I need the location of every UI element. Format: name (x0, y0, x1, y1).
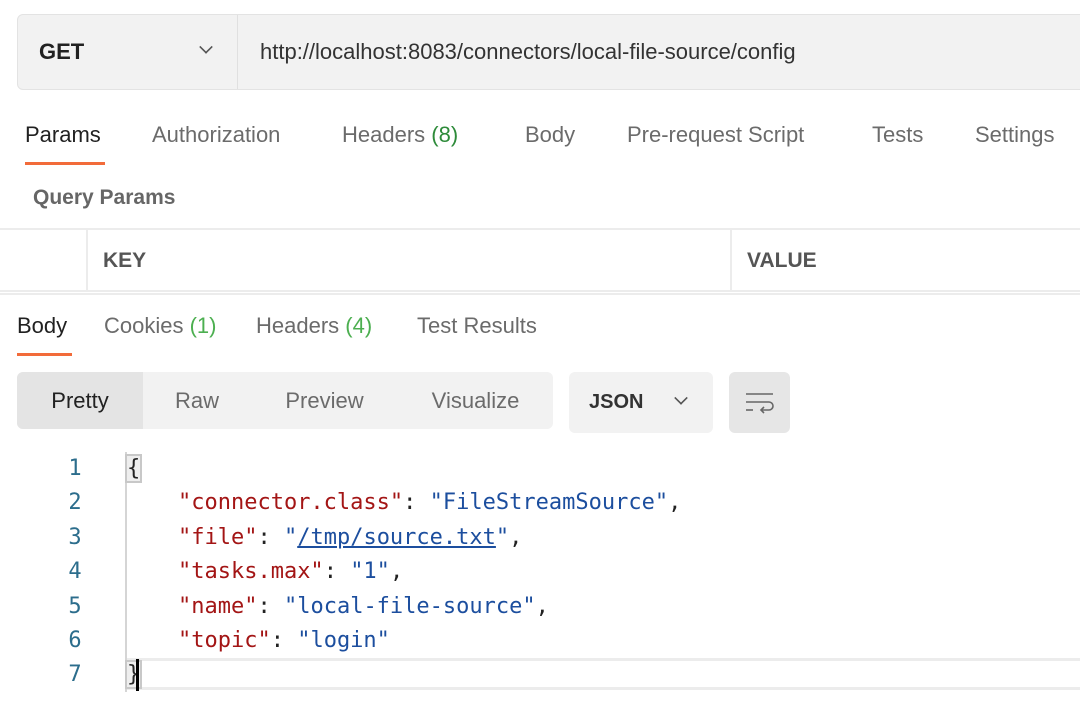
view-preview[interactable]: Preview (251, 372, 398, 429)
json-key: "topic" (177, 628, 271, 653)
request-url-bar: GET http://localhost:8083/connectors/loc… (17, 14, 1080, 90)
code-line[interactable]: "file": "/tmp/source.txt", (125, 525, 522, 550)
cookies-count: (1) (189, 313, 217, 338)
pane-divider[interactable] (0, 293, 1080, 295)
active-tab-indicator (25, 162, 105, 165)
tab-label: Authorization (152, 122, 281, 147)
line-number: 4 (68, 559, 82, 584)
code-line[interactable]: "topic": "login" (125, 628, 390, 653)
view-pretty[interactable]: Pretty (17, 372, 143, 429)
tab-pre-request-script[interactable]: Pre-request Script (627, 122, 804, 148)
tab-body[interactable]: Body (525, 122, 575, 148)
response-tab-body[interactable]: Body (17, 313, 67, 339)
tab-params[interactable]: Params (25, 122, 101, 148)
tab-label: Headers (342, 122, 426, 147)
comma: , (509, 525, 523, 550)
column-header-key: KEY (86, 230, 730, 292)
text-cursor (136, 659, 139, 691)
active-tab-indicator (17, 353, 72, 356)
tab-authorization[interactable]: Authorization (152, 122, 280, 148)
json-key: "connector.class" (177, 490, 404, 515)
headers-count: (8) (431, 122, 459, 147)
text-wrap-icon (746, 393, 774, 414)
json-value: "1" (350, 559, 390, 584)
tab-label: Cookies (104, 313, 184, 338)
tab-label: Body (525, 122, 576, 147)
close-brace: } (125, 660, 143, 689)
tab-label: Pre-request Script (627, 122, 805, 147)
code-line[interactable]: "name": "local-file-source", (125, 594, 549, 619)
query-params-table: KEY VALUE (0, 228, 1080, 292)
json-value: "login" (297, 628, 390, 653)
json-value: "FileStreamSource" (429, 490, 669, 515)
chevron-down-icon (674, 391, 688, 405)
code-line[interactable]: { (125, 454, 143, 483)
tab-label: Headers (256, 313, 340, 338)
headers-count: (4) (345, 313, 373, 338)
wrap-lines-button[interactable] (729, 372, 790, 433)
response-tab-headers[interactable]: Headers (4) (256, 313, 372, 339)
tab-headers[interactable]: Headers (8) (342, 122, 458, 148)
line-number: 6 (68, 628, 82, 653)
line-number: 3 (68, 525, 82, 550)
code-line[interactable]: } (125, 660, 143, 689)
tab-label: Settings (975, 122, 1055, 147)
query-params-title: Query Params (33, 186, 176, 209)
code-line[interactable]: "connector.class": "FileStreamSource", (125, 490, 681, 515)
tab-settings[interactable]: Settings (975, 122, 1055, 148)
method-select[interactable]: GET (18, 15, 238, 89)
json-value-link[interactable]: /tmp/source.txt (297, 525, 496, 550)
current-line-highlight (127, 658, 1080, 690)
response-tab-cookies[interactable]: Cookies (1) (104, 313, 217, 339)
line-number: 5 (68, 594, 82, 619)
tab-label: Params (25, 122, 101, 147)
comma: , (535, 594, 549, 619)
line-number: 1 (68, 456, 82, 481)
format-label: JSON (589, 391, 644, 413)
line-number: 7 (68, 662, 82, 687)
code-line[interactable]: "tasks.max": "1", (125, 559, 403, 584)
tab-label: Body (17, 313, 68, 338)
column-header-value: VALUE (730, 230, 1080, 292)
line-number: 2 (68, 490, 82, 515)
view-visualize[interactable]: Visualize (398, 372, 553, 429)
comma: , (668, 490, 682, 515)
json-key: "tasks.max" (177, 559, 324, 584)
json-key: "name" (177, 594, 258, 619)
tab-tests[interactable]: Tests (872, 122, 923, 148)
open-brace: { (125, 454, 143, 483)
tab-label: Test Results (417, 313, 537, 338)
comma: , (389, 559, 404, 584)
view-mode-selector: Pretty Raw Preview Visualize (17, 372, 553, 429)
tab-label: Tests (872, 122, 924, 147)
method-label: GET (39, 39, 85, 64)
json-value: "local-file-source" (283, 594, 536, 619)
chevron-down-icon (199, 40, 213, 54)
json-key: "file" (177, 525, 258, 550)
url-input[interactable]: http://localhost:8083/connectors/local-f… (260, 15, 796, 89)
format-select[interactable]: JSON (569, 372, 713, 433)
response-tab-test-results[interactable]: Test Results (417, 313, 537, 339)
view-raw[interactable]: Raw (143, 372, 251, 429)
